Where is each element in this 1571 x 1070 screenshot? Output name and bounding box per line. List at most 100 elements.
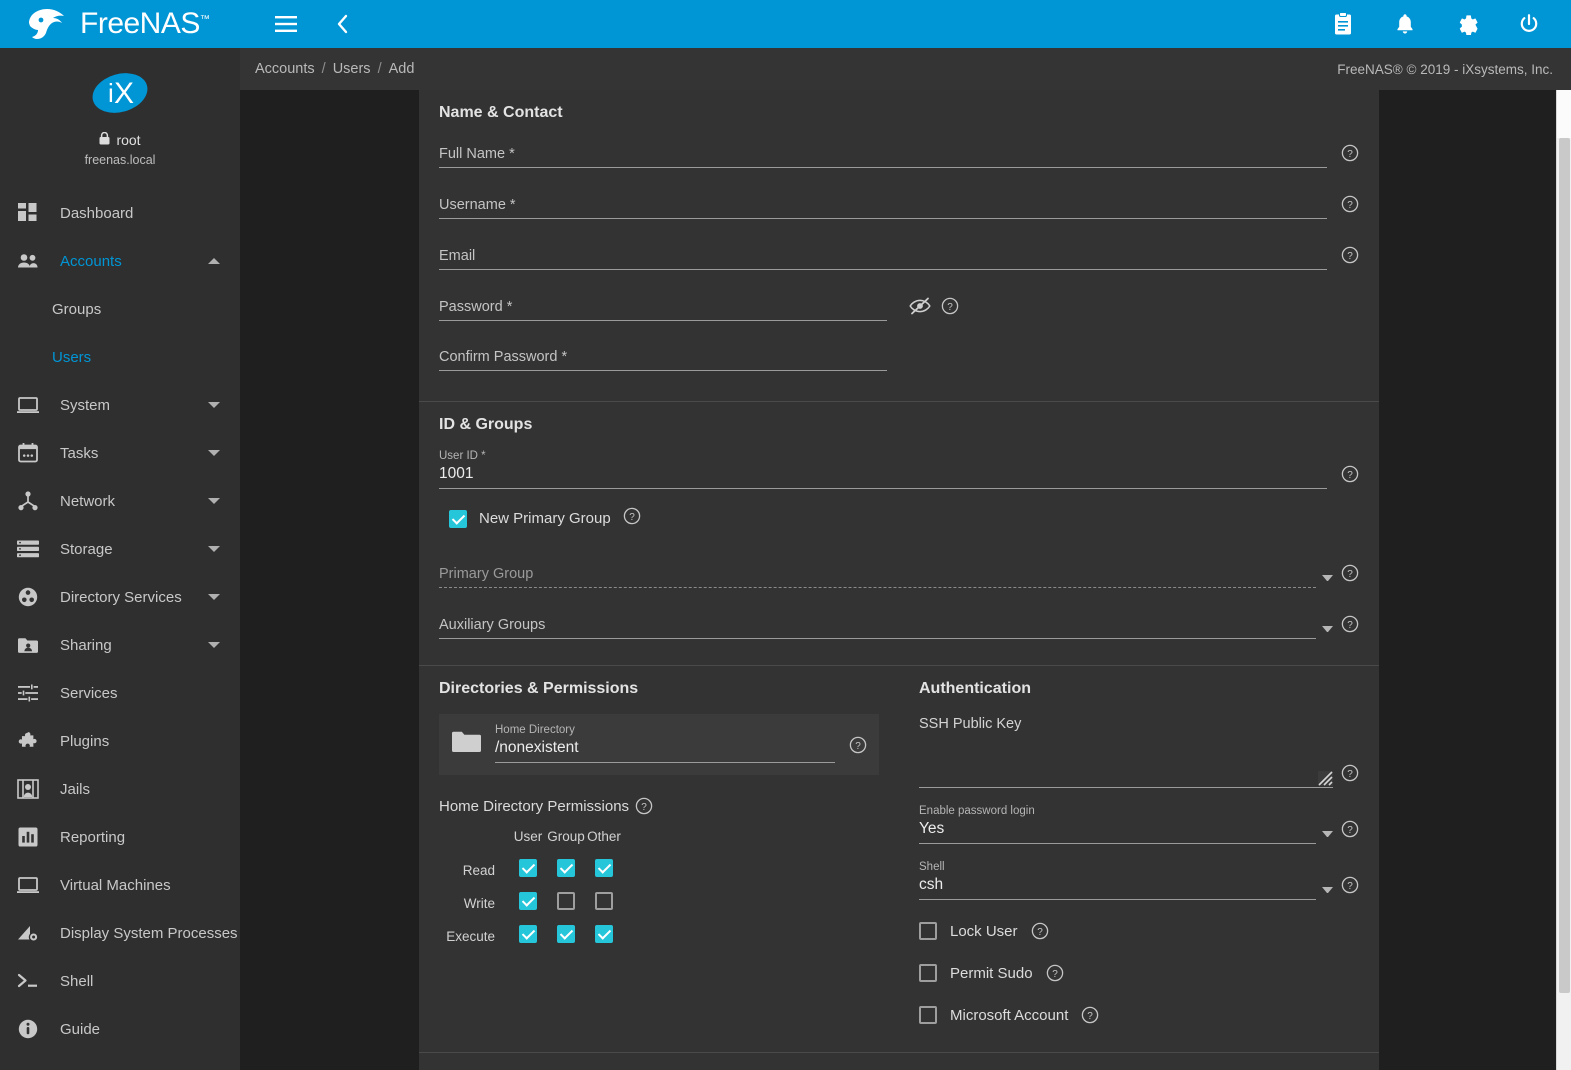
breadcrumb-item-add[interactable]: Add	[384, 61, 420, 77]
microsoft-account-row: Microsoft Account ?	[919, 1006, 1359, 1024]
dashboard-icon	[14, 203, 42, 223]
vertical-scrollbar[interactable]	[1556, 90, 1571, 1070]
folder-icon	[451, 730, 481, 759]
sidebar-item-plugins[interactable]: Plugins	[0, 717, 240, 765]
full-name-input[interactable]: Full Name *	[439, 145, 1327, 168]
sidebar-item-system[interactable]: System	[0, 381, 240, 429]
help-icon[interactable]: ?	[1341, 764, 1359, 787]
sidebar-item-services[interactable]: Services	[0, 669, 240, 717]
sidebar-item-groups[interactable]: Groups	[0, 285, 240, 333]
chevron-down-icon[interactable]	[208, 450, 220, 456]
breadcrumb-item-users[interactable]: Users	[328, 61, 376, 77]
help-icon[interactable]: ?	[1081, 1006, 1099, 1024]
microsoft-account-checkbox[interactable]	[919, 1006, 937, 1024]
home-directory-input[interactable]: /nonexistent	[495, 739, 835, 763]
new-primary-group-checkbox[interactable]	[449, 510, 467, 528]
chevron-down-icon[interactable]	[208, 498, 220, 504]
hamburger-menu-icon[interactable]	[266, 4, 306, 44]
chevron-down-icon[interactable]	[208, 594, 220, 600]
perm-write-other-checkbox[interactable]	[595, 892, 613, 910]
sidebar-item-storage[interactable]: Storage	[0, 525, 240, 573]
resize-handle-icon[interactable]	[1318, 771, 1333, 786]
help-icon[interactable]: ?	[623, 507, 641, 530]
shell-label: Shell	[919, 861, 1359, 873]
perm-execute-group-checkbox[interactable]	[557, 925, 575, 943]
help-icon[interactable]: ?	[1341, 876, 1359, 899]
sidebar-item-jails[interactable]: Jails	[0, 765, 240, 813]
sidebar-item-label: Plugins	[42, 733, 220, 750]
perm-execute-user-checkbox[interactable]	[519, 925, 537, 943]
breadcrumb-item-accounts[interactable]: Accounts	[250, 61, 320, 77]
enable-password-login-select[interactable]: Yes	[919, 820, 1316, 844]
sidebar-item-sharing[interactable]: Sharing	[0, 621, 240, 669]
copyright-text: FreeNAS® © 2019 - iXsystems, Inc.	[1337, 62, 1553, 77]
chevron-up-icon[interactable]	[208, 258, 220, 264]
help-icon[interactable]: ?	[1341, 615, 1359, 638]
help-icon[interactable]: ?	[1341, 465, 1359, 488]
help-icon[interactable]: ?	[1341, 246, 1359, 269]
sidebar-item-virtual-machines[interactable]: Virtual Machines	[0, 861, 240, 909]
help-icon[interactable]: ?	[849, 736, 867, 759]
perm-read-other-checkbox[interactable]	[595, 859, 613, 877]
help-icon[interactable]: ?	[1341, 820, 1359, 843]
help-icon[interactable]: ?	[1341, 564, 1359, 587]
perm-execute-other-checkbox[interactable]	[595, 925, 613, 943]
chevron-down-icon[interactable]	[208, 642, 220, 648]
services-sliders-icon	[14, 684, 42, 702]
sidebar-item-label: Directory Services	[42, 589, 208, 606]
virtual-machines-icon	[14, 877, 42, 894]
primary-group-select[interactable]: Primary Group	[439, 565, 1316, 588]
password-input[interactable]: Password *	[439, 298, 887, 321]
chevron-down-icon[interactable]	[1322, 887, 1333, 893]
sidebar-item-network[interactable]: Network	[0, 477, 240, 525]
username-input[interactable]: Username *	[439, 196, 1327, 219]
name-contact-section: Name & Contact Full Name * ?	[419, 90, 1379, 401]
help-icon[interactable]: ?	[635, 797, 653, 815]
top-bar: FreeNAS™	[0, 0, 1571, 48]
scrollbar-thumb[interactable]	[1559, 138, 1570, 993]
ssh-public-key-textarea[interactable]	[919, 732, 1333, 788]
help-icon[interactable]: ?	[941, 297, 959, 320]
email-input[interactable]: Email	[439, 247, 1327, 270]
sidebar-item-reporting[interactable]: Reporting	[0, 813, 240, 861]
name-contact-card: Name & Contact Full Name * ?	[419, 90, 1379, 1070]
help-icon[interactable]: ?	[1341, 144, 1359, 167]
chevron-down-icon[interactable]	[1322, 831, 1333, 837]
notifications-bell-icon[interactable]	[1385, 4, 1425, 44]
full-name-label: Full Name *	[439, 146, 515, 162]
svg-text:i: i	[108, 78, 114, 108]
directories-title: Directories & Permissions	[439, 680, 879, 698]
power-icon[interactable]	[1509, 4, 1549, 44]
chevron-down-icon[interactable]	[208, 402, 220, 408]
sidebar-item-accounts[interactable]: Accounts	[0, 237, 240, 285]
shell-select[interactable]: csh	[919, 876, 1316, 900]
user-id-input[interactable]: 1001	[439, 465, 1327, 489]
auxiliary-groups-select[interactable]: Auxiliary Groups	[439, 616, 1316, 639]
confirm-password-input[interactable]: Confirm Password *	[439, 348, 887, 371]
permissions-table: User Group Other Read	[439, 829, 623, 953]
chevron-down-icon[interactable]	[1322, 626, 1333, 632]
lock-user-checkbox[interactable]	[919, 922, 937, 940]
sidebar-item-guide[interactable]: Guide	[0, 1005, 240, 1053]
perm-read-user-checkbox[interactable]	[519, 859, 537, 877]
sidebar-item-tasks[interactable]: Tasks	[0, 429, 240, 477]
help-icon[interactable]: ?	[1341, 195, 1359, 218]
eye-off-icon[interactable]	[909, 297, 931, 320]
permit-sudo-checkbox[interactable]	[919, 964, 937, 982]
sidebar-item-display-system-processes[interactable]: Display System Processes	[0, 909, 240, 957]
sidebar-item-shell[interactable]: Shell	[0, 957, 240, 1005]
perm-read-group-checkbox[interactable]	[557, 859, 575, 877]
settings-gear-icon[interactable]	[1447, 4, 1487, 44]
perm-write-group-checkbox[interactable]	[557, 892, 575, 910]
chevron-left-icon[interactable]	[322, 4, 362, 44]
sidebar-item-directory-services[interactable]: Directory Services	[0, 573, 240, 621]
sidebar-item-dashboard[interactable]: Dashboard	[0, 189, 240, 237]
chevron-down-icon[interactable]	[1322, 575, 1333, 581]
task-manager-icon[interactable]	[1323, 4, 1363, 44]
help-icon[interactable]: ?	[1046, 964, 1064, 982]
chevron-down-icon[interactable]	[208, 546, 220, 552]
perm-write-user-checkbox[interactable]	[519, 892, 537, 910]
sidebar-item-users[interactable]: Users	[0, 333, 240, 381]
primary-group-field: Primary Group ?	[439, 564, 1359, 588]
help-icon[interactable]: ?	[1031, 922, 1049, 940]
